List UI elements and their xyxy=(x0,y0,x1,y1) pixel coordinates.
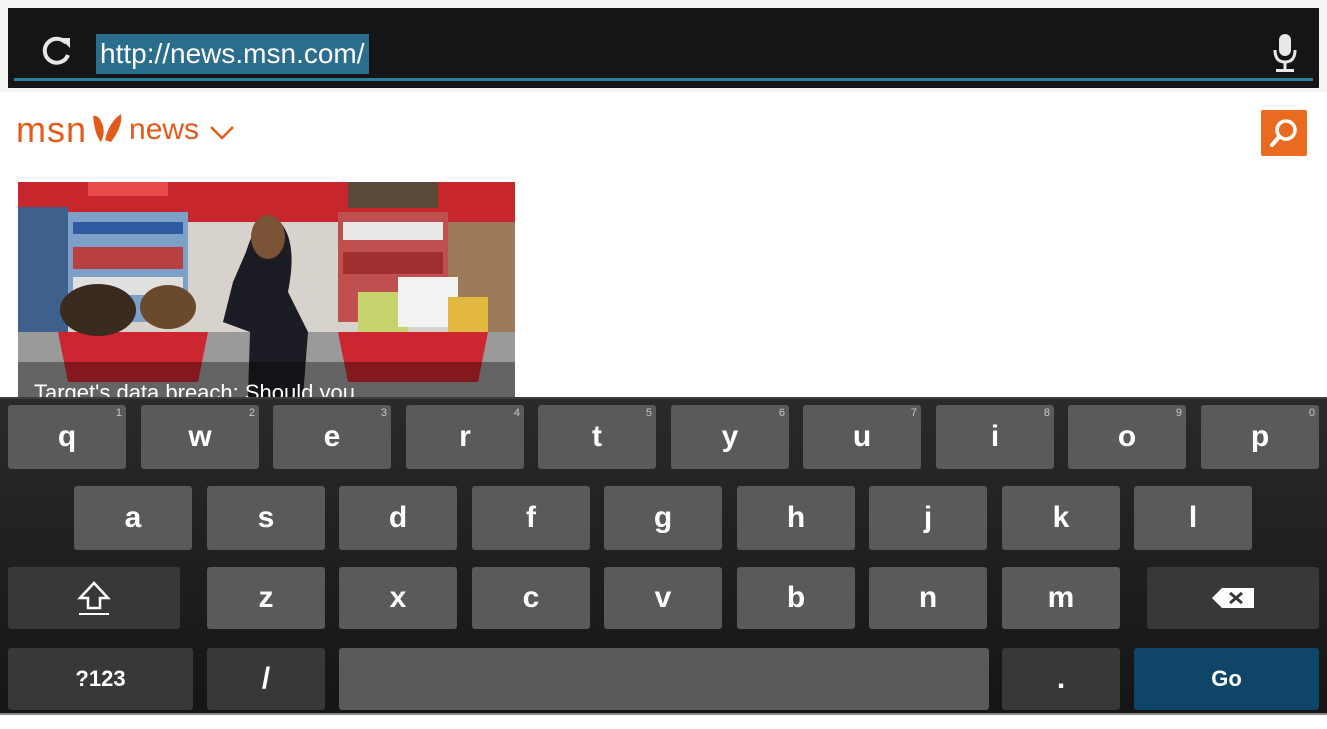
key-hint: 0 xyxy=(1308,407,1315,419)
slash-key[interactable]: / xyxy=(207,648,325,710)
shift-icon xyxy=(77,581,111,615)
key-hint: 6 xyxy=(778,407,785,419)
reload-icon[interactable] xyxy=(40,34,72,68)
key-e[interactable]: e3 xyxy=(273,405,391,469)
article-image xyxy=(18,182,515,397)
chevron-down-icon[interactable] xyxy=(209,125,235,141)
key-q[interactable]: q1 xyxy=(8,405,126,469)
key-r[interactable]: r4 xyxy=(406,405,524,469)
logo-brand-text: msn xyxy=(16,109,88,150)
key-label: e xyxy=(323,420,341,453)
key-hint: 1 xyxy=(115,407,122,419)
search-icon xyxy=(1270,119,1297,147)
key-n[interactable]: n xyxy=(869,567,987,629)
key-label: p xyxy=(1250,420,1270,453)
backspace-icon xyxy=(1212,588,1254,608)
logo-section-text: news xyxy=(129,113,200,146)
key-hint: 2 xyxy=(248,407,255,419)
key-g[interactable]: g xyxy=(604,486,722,550)
article-headline[interactable]: Target's data breach: Should you xyxy=(34,380,355,397)
key-hint: 9 xyxy=(1175,407,1182,419)
key-p[interactable]: p0 xyxy=(1201,405,1319,469)
shift-key[interactable] xyxy=(8,567,180,629)
key-y[interactable]: y6 xyxy=(671,405,789,469)
backspace-key[interactable] xyxy=(1147,567,1319,629)
address-bar[interactable]: http://news.msn.com/ xyxy=(8,8,1319,88)
period-key[interactable]: . xyxy=(1002,648,1120,710)
key-u[interactable]: u7 xyxy=(803,405,921,469)
soft-keyboard: q1w2e3r4t5y6u7i8o9p0 asdfghjkl zxcvbnm ?… xyxy=(0,397,1327,729)
key-label: w xyxy=(188,420,212,453)
key-hint: 7 xyxy=(910,407,917,419)
key-label: o xyxy=(1117,420,1137,453)
key-l[interactable]: l xyxy=(1134,486,1252,550)
go-key[interactable]: Go xyxy=(1134,648,1319,710)
address-bar-underline xyxy=(14,78,1313,81)
browser-toolbar: http://news.msn.com/ xyxy=(0,0,1327,92)
key-label: i xyxy=(990,420,1000,453)
microphone-icon[interactable] xyxy=(1270,32,1300,76)
key-w[interactable]: w2 xyxy=(141,405,259,469)
key-a[interactable]: a xyxy=(74,486,192,550)
key-c[interactable]: c xyxy=(472,567,590,629)
msn-news-logo[interactable]: msn news xyxy=(16,106,235,154)
space-key[interactable] xyxy=(339,648,989,710)
key-k[interactable]: k xyxy=(1002,486,1120,550)
url-input[interactable]: http://news.msn.com/ xyxy=(96,34,369,74)
key-m[interactable]: m xyxy=(1002,567,1120,629)
key-hint: 3 xyxy=(380,407,387,419)
keyboard-bottom-edge xyxy=(0,715,1327,729)
key-d[interactable]: d xyxy=(339,486,457,550)
key-h[interactable]: h xyxy=(737,486,855,550)
key-f[interactable]: f xyxy=(472,486,590,550)
key-s[interactable]: s xyxy=(207,486,325,550)
search-button[interactable] xyxy=(1261,110,1307,156)
key-x[interactable]: x xyxy=(339,567,457,629)
key-label: u xyxy=(852,420,872,453)
key-hint: 8 xyxy=(1043,407,1050,419)
key-label: y xyxy=(721,420,739,453)
key-t[interactable]: t5 xyxy=(538,405,656,469)
key-b[interactable]: b xyxy=(737,567,855,629)
key-v[interactable]: v xyxy=(604,567,722,629)
key-hint: 4 xyxy=(513,407,520,419)
key-z[interactable]: z xyxy=(207,567,325,629)
butterfly-icon xyxy=(93,114,122,142)
symbols-key[interactable]: ?123 xyxy=(8,648,193,710)
key-label: r xyxy=(459,420,471,453)
keyboard-divider xyxy=(0,397,1327,399)
key-hint: 5 xyxy=(645,407,652,419)
key-o[interactable]: o9 xyxy=(1068,405,1186,469)
article-card[interactable]: Target's data breach: Should you xyxy=(18,182,515,397)
key-label: t xyxy=(592,420,602,453)
key-label: q xyxy=(57,420,77,453)
key-j[interactable]: j xyxy=(869,486,987,550)
key-i[interactable]: i8 xyxy=(936,405,1054,469)
